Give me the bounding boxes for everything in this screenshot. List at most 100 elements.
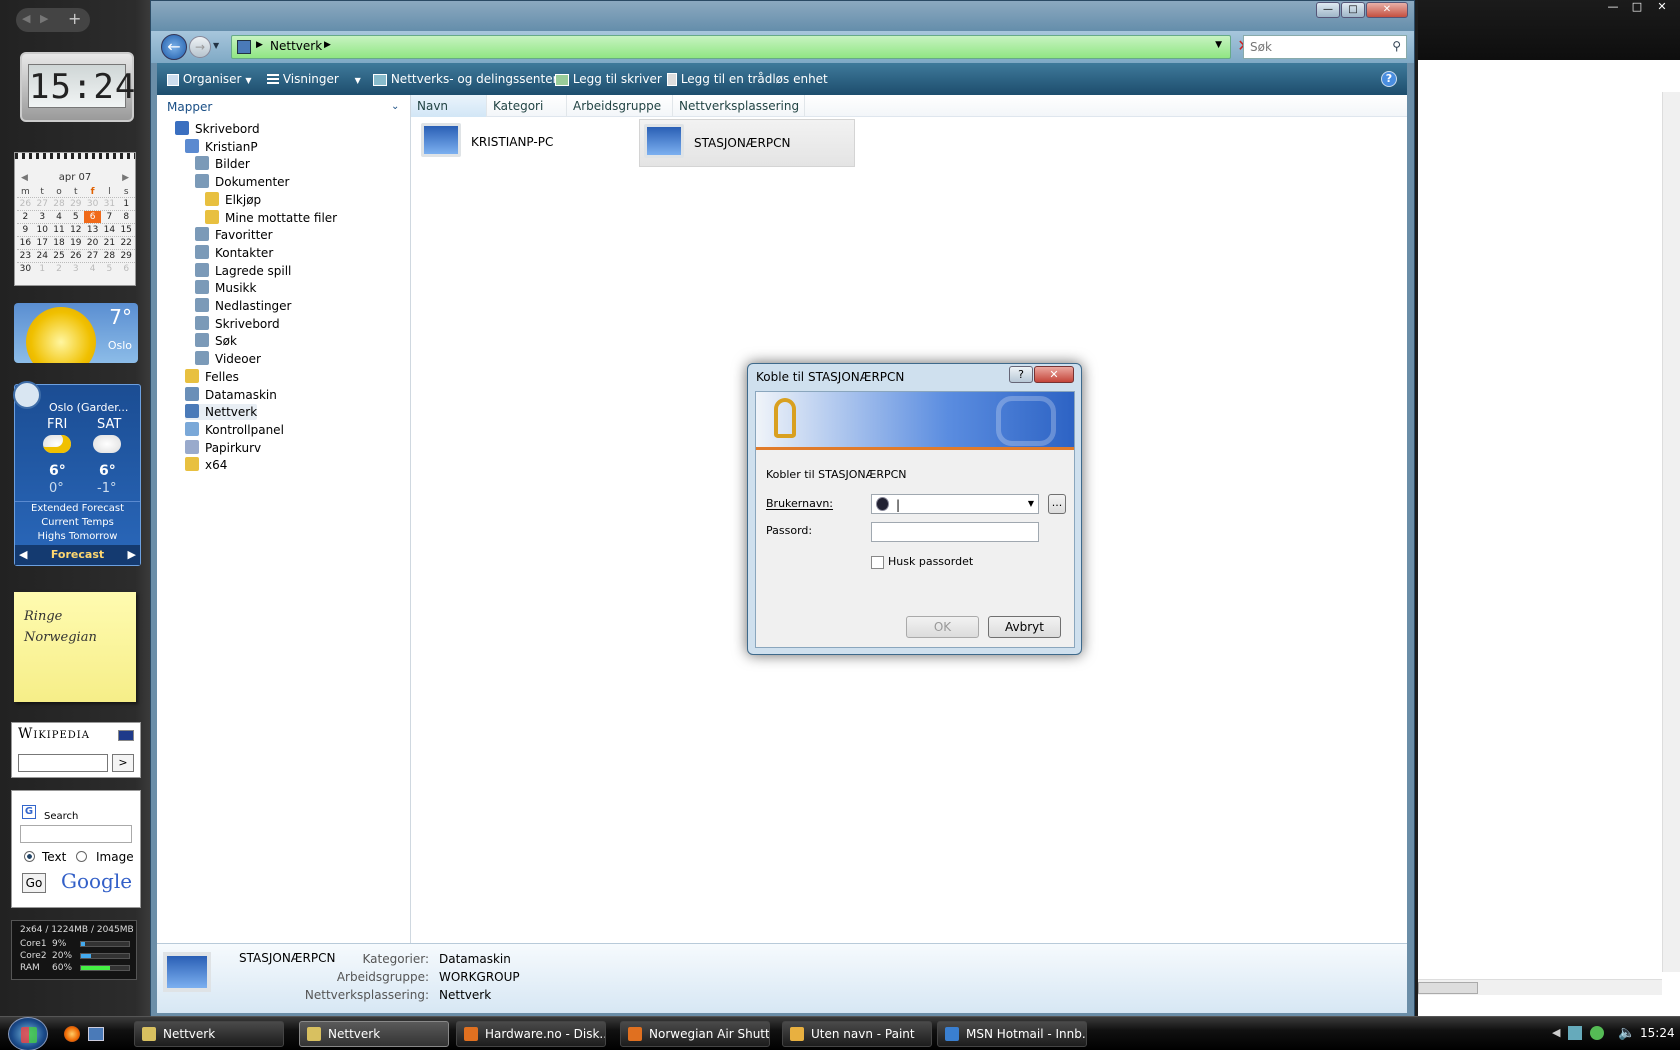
forecast-next-icon[interactable]: ▶ <box>128 545 136 565</box>
tree-item[interactable]: Musikk <box>195 280 256 296</box>
google-search-input[interactable] <box>20 825 132 843</box>
close-icon[interactable]: ✕ <box>1650 0 1674 16</box>
text-radio[interactable] <box>24 851 35 862</box>
google-go-button[interactable]: Go <box>22 873 46 893</box>
column-location[interactable]: Nettverksplassering <box>673 95 805 117</box>
breadcrumb-arrow-icon[interactable]: ▶ <box>256 40 263 50</box>
calendar-day[interactable]: 5 <box>67 211 84 223</box>
calendar-next-icon[interactable]: ▶ <box>122 173 129 183</box>
calendar-day[interactable]: 14 <box>101 224 118 236</box>
taskbar-button[interactable]: MSN Hotmail - Innb... <box>937 1021 1087 1047</box>
tree-item[interactable]: Videoer <box>195 351 261 367</box>
calendar-day[interactable]: 27 <box>34 198 51 210</box>
calendar-day[interactable]: 28 <box>101 250 118 262</box>
network-item-stasjonaerpcn[interactable]: STASJONÆRPCN <box>639 119 855 167</box>
folders-header[interactable]: Mapper <box>167 100 212 114</box>
tree-item[interactable]: Skrivebord <box>175 121 260 137</box>
taskbar-clock[interactable]: 15:24 <box>1640 1026 1675 1040</box>
sticky-note[interactable]: Ringe Norwegian <box>14 592 136 702</box>
wikipedia-search-input[interactable] <box>18 754 108 772</box>
previous-icon[interactable]: ◀ <box>22 12 30 25</box>
image-radio[interactable] <box>76 851 87 862</box>
calendar-day[interactable]: 20 <box>84 237 101 249</box>
calendar-day[interactable]: 22 <box>118 237 135 249</box>
network-item-kristianp[interactable]: KRISTIANP-PC <box>415 119 631 167</box>
add-gadget-icon[interactable]: + <box>68 9 81 28</box>
calendar-day[interactable]: 2 <box>51 263 68 275</box>
dialog-help-button[interactable]: ? <box>1009 366 1033 383</box>
forward-button[interactable]: → <box>189 36 211 58</box>
calendar-day[interactable]: 6 <box>118 263 135 275</box>
back-button[interactable]: ← <box>161 34 187 60</box>
taskbar-button[interactable]: Norwegian Air Shutt... <box>620 1021 770 1047</box>
calendar-day[interactable]: 3 <box>67 263 84 275</box>
minimize-button[interactable]: — <box>1316 2 1340 18</box>
calendar-day[interactable]: 5 <box>101 263 118 275</box>
wikipedia-go-button[interactable]: > <box>112 754 134 772</box>
maximize-icon[interactable]: □ <box>1625 0 1649 16</box>
search-icon[interactable]: ⚲ <box>1392 39 1401 53</box>
remember-password-checkbox[interactable] <box>871 556 884 569</box>
browse-users-button[interactable]: ... <box>1048 494 1066 514</box>
calendar-day[interactable]: 26 <box>17 198 34 210</box>
calendar-day[interactable]: 11 <box>51 224 68 236</box>
firefox-quicklaunch-icon[interactable] <box>64 1026 80 1042</box>
calendar-day[interactable]: 21 <box>101 237 118 249</box>
chevron-down-icon[interactable]: ▼ <box>1028 499 1034 508</box>
calendar-day[interactable]: 2 <box>17 211 34 223</box>
extended-forecast-link[interactable]: Extended Forecast <box>15 502 140 516</box>
breadcrumb-nettverk[interactable]: Nettverk <box>270 39 322 53</box>
search-input[interactable]: Søk ⚲ <box>1243 35 1407 59</box>
calendar-day[interactable]: 9 <box>17 224 34 236</box>
calendar-day[interactable]: 15 <box>118 224 135 236</box>
vertical-scrollbar[interactable] <box>1662 92 1680 972</box>
tree-item[interactable]: Elkjøp <box>205 191 261 208</box>
calendar-day[interactable]: 19 <box>67 237 84 249</box>
tree-item[interactable]: Søk <box>195 333 237 349</box>
column-name[interactable]: Navn <box>411 95 487 117</box>
taskbar-button[interactable]: Hardware.no - Disk... <box>456 1021 606 1047</box>
calendar-day[interactable]: 29 <box>67 198 84 210</box>
calendar-day[interactable]: 18 <box>51 237 68 249</box>
dialog-close-button[interactable]: ✕ <box>1034 366 1074 383</box>
tree-item[interactable]: Nettverk <box>185 404 258 421</box>
calendar-day[interactable]: 17 <box>34 237 51 249</box>
current-temps-link[interactable]: Current Temps <box>15 516 140 530</box>
calendar-day[interactable]: 25 <box>51 250 68 262</box>
calendar-day[interactable]: 3 <box>34 211 51 223</box>
close-button[interactable]: ✕ <box>1366 2 1408 18</box>
tree-item[interactable]: Kontrollpanel <box>185 421 284 438</box>
username-combobox[interactable]: | ▼ <box>871 494 1039 514</box>
add-wireless-button[interactable]: Legg til en trådløs enhet <box>667 63 828 95</box>
calendar-day[interactable]: 1 <box>34 263 51 275</box>
password-field[interactable] <box>871 522 1039 542</box>
cancel-button[interactable]: Avbryt <box>988 616 1061 638</box>
ok-button[interactable]: OK <box>906 616 979 638</box>
column-category[interactable]: Kategori <box>487 95 567 117</box>
calendar-day[interactable]: 28 <box>51 198 68 210</box>
messenger-tray-icon[interactable] <box>1590 1026 1604 1040</box>
tree-item[interactable]: Nedlastinger <box>195 298 292 314</box>
calendar-day[interactable]: 6 <box>84 211 101 223</box>
calendar-day[interactable]: 29 <box>118 250 135 262</box>
window-titlebar[interactable]: — □ ✕ <box>151 1 1414 35</box>
calendar-day[interactable]: 16 <box>17 237 34 249</box>
calendar-day[interactable]: 8 <box>118 211 135 223</box>
calendar-day[interactable]: 12 <box>67 224 84 236</box>
address-dropdown-icon[interactable]: ▼ <box>1215 40 1222 50</box>
tree-item[interactable]: x64 <box>185 457 227 473</box>
calendar-day[interactable]: 4 <box>84 263 101 275</box>
help-icon[interactable]: ? <box>1381 71 1397 87</box>
show-desktop-icon[interactable] <box>88 1027 104 1041</box>
network-center-button[interactable]: Nettverks- og delingssenter <box>373 63 558 95</box>
tree-item[interactable]: Lagrede spill <box>195 262 291 279</box>
tree-item[interactable]: Datamaskin <box>185 386 277 403</box>
calendar-day[interactable]: 26 <box>67 250 84 262</box>
taskbar-button[interactable]: Nettverk <box>299 1021 449 1047</box>
address-bar[interactable]: ▶ Nettverk ▶ ▼ <box>231 35 1231 59</box>
maximize-button[interactable]: □ <box>1341 2 1365 18</box>
tree-item[interactable]: Bilder <box>195 156 250 172</box>
calendar-day[interactable]: 10 <box>34 224 51 236</box>
tree-item[interactable]: KristianP <box>185 138 258 155</box>
calendar-day[interactable]: 7 <box>101 211 118 223</box>
